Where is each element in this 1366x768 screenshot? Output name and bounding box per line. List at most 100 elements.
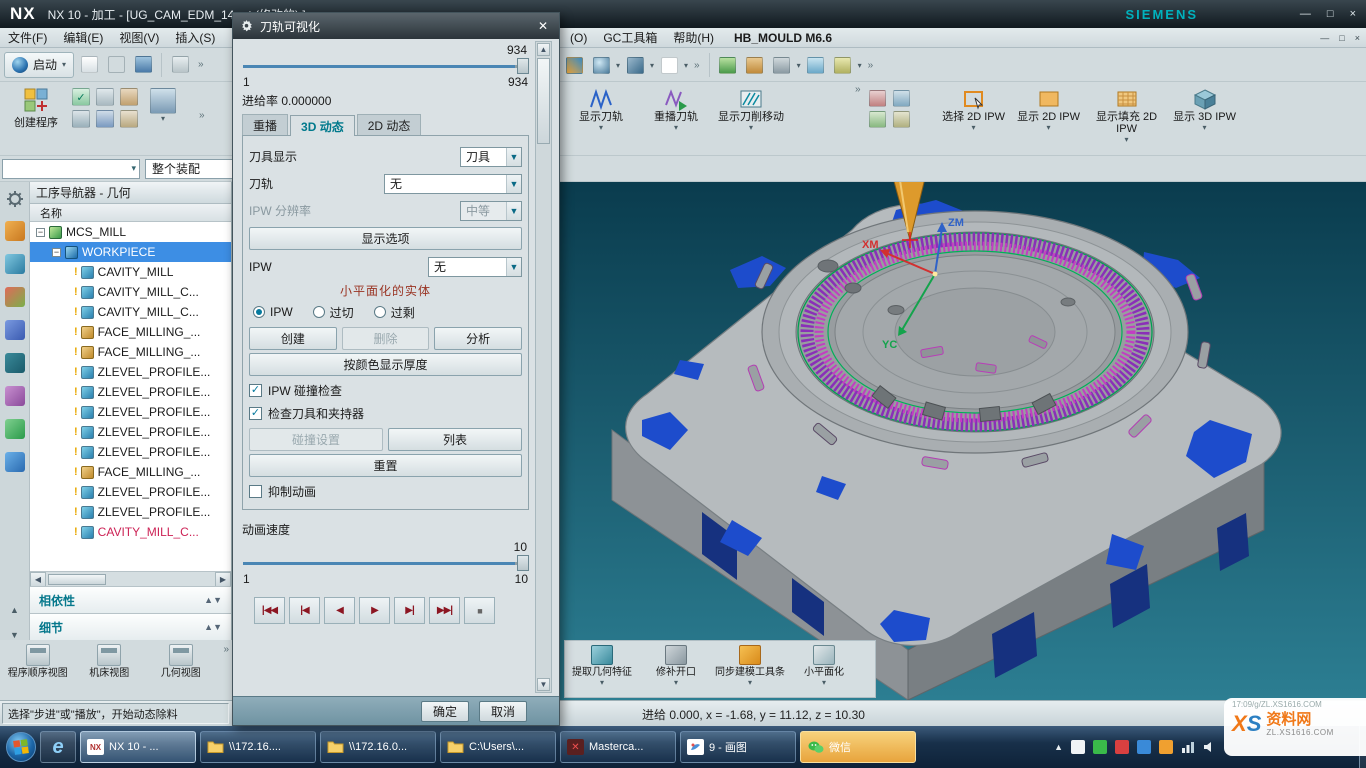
toolpath-combo[interactable]: 无▼ xyxy=(384,174,522,194)
move-object-icon[interactable] xyxy=(716,53,740,77)
new-file-button[interactable] xyxy=(77,53,101,77)
program-order-view-button[interactable]: 程序顺序视图 xyxy=(6,644,69,679)
chat-tray-icon[interactable] xyxy=(1093,740,1107,754)
start-button[interactable] xyxy=(6,732,36,762)
display-options-button[interactable]: 显示选项 xyxy=(249,227,522,250)
taskbar-item-mastercam[interactable]: ✕ Masterca... xyxy=(560,731,676,763)
check-tool-holder-check[interactable]: ✓ 检查刀具和夹持器 xyxy=(249,402,522,425)
chevron-down-icon[interactable]: ▾ xyxy=(858,61,862,70)
orient-view-icon[interactable] xyxy=(743,53,767,77)
step-forward-button[interactable]: ▶| xyxy=(394,597,425,624)
assembly-navigator-icon[interactable] xyxy=(5,221,25,241)
restore-button[interactable]: □ xyxy=(1327,8,1334,20)
list-button[interactable]: 列表 xyxy=(388,428,522,451)
menu-edit[interactable]: 编辑(E) xyxy=(55,28,111,47)
chevron-down-icon[interactable]: ▾ xyxy=(797,61,801,70)
postprocess-icon[interactable] xyxy=(120,88,138,106)
show-3d-ipw-button[interactable]: 显示 3D IPW ▾ xyxy=(1170,84,1240,132)
tree-item-operation[interactable]: !ZLEVEL_PROFILE... xyxy=(30,482,231,502)
report-icon[interactable] xyxy=(893,90,910,107)
overflow-chevron-icon[interactable]: » xyxy=(220,644,232,655)
details-panel[interactable]: 细节 ▲▼ xyxy=(30,613,231,640)
tool-display-combo[interactable]: 刀具▼ xyxy=(460,147,522,167)
taskbar-item-wechat[interactable]: 微信 xyxy=(800,731,916,763)
menu-window[interactable]: (O) xyxy=(562,28,595,47)
tree-item-operation[interactable]: !ZLEVEL_PROFILE... xyxy=(30,442,231,462)
settings-icon[interactable] xyxy=(893,111,910,128)
overflow-chevron-icon[interactable]: » xyxy=(195,59,207,70)
web-browser-icon[interactable] xyxy=(5,419,25,439)
scroll-left-icon[interactable]: ◀ xyxy=(30,572,46,587)
dependencies-panel[interactable]: 相依性 ▲▼ xyxy=(30,586,231,613)
chevron-down-icon[interactable]: ▾ xyxy=(684,61,688,70)
menu-gc-toolbox[interactable]: GC工具箱 xyxy=(595,28,665,47)
expander-icon[interactable]: − xyxy=(36,228,45,237)
tree-item-workpiece[interactable]: − WORKPIECE xyxy=(30,242,231,262)
tree-item-operation[interactable]: !CAVITY_MILL_C... xyxy=(30,302,231,322)
scroll-right-icon[interactable]: ▶ xyxy=(215,572,231,587)
step-back-button[interactable]: |◀ xyxy=(289,597,320,624)
thickness-by-color-button[interactable]: 按颜色显示厚度 xyxy=(249,353,522,376)
list-toolpath-icon[interactable] xyxy=(72,110,90,128)
collision-settings-button[interactable]: 碰撞设置 xyxy=(249,428,383,451)
extract-geometry-button[interactable]: 提取几何特征 ▾ xyxy=(565,645,639,687)
menu-insert[interactable]: 插入(S) xyxy=(167,28,223,47)
open-file-button[interactable] xyxy=(104,53,128,77)
dialog-title-bar[interactable]: 刀轨可视化 ✕ xyxy=(233,13,559,39)
constraint-navigator-icon[interactable] xyxy=(5,254,25,274)
overflow-chevron-icon[interactable]: » xyxy=(196,110,208,121)
selection-filter-combo[interactable]: ▾ xyxy=(2,159,140,179)
simulate-icon[interactable] xyxy=(96,110,114,128)
internet-explorer-button[interactable]: e xyxy=(40,731,76,763)
tree-item-mcs-mill[interactable]: − MCS_MILL xyxy=(30,222,231,242)
show-2d-ipw-button[interactable]: 显示 2D IPW ▾ xyxy=(1014,84,1084,132)
facet-body-button[interactable]: 小平面化 ▾ xyxy=(787,645,861,687)
gouge-check-icon[interactable] xyxy=(869,90,886,107)
history-icon[interactable] xyxy=(5,386,25,406)
ruler-icon[interactable] xyxy=(831,53,855,77)
shaded-view-icon[interactable] xyxy=(589,53,613,77)
tree-item-operation[interactable]: !ZLEVEL_PROFILE... xyxy=(30,402,231,422)
volume-icon[interactable] xyxy=(1203,741,1216,753)
expander-icon[interactable]: − xyxy=(52,248,61,257)
blank-style-icon[interactable] xyxy=(657,53,681,77)
taskbar-item-share2[interactable]: \\172.16.0... xyxy=(320,731,436,763)
taskbar-item-paint[interactable]: 9 - 画图 xyxy=(680,731,796,763)
tree-item-operation-highlighted[interactable]: !CAVITY_MILL_C... xyxy=(30,522,231,542)
overflow-chevron-icon[interactable]: » xyxy=(865,60,877,71)
tree-item-operation[interactable]: !CAVITY_MILL_C... xyxy=(30,282,231,302)
security-tray-icon[interactable] xyxy=(1115,740,1129,754)
verify-toolpath-icon[interactable] xyxy=(96,88,114,106)
cloud-tray-icon[interactable] xyxy=(1137,740,1151,754)
optimize-icon[interactable] xyxy=(869,111,886,128)
radio-gouge[interactable]: 过切 xyxy=(313,304,354,321)
hidden-icons-chevron[interactable]: ▲ xyxy=(1054,742,1063,752)
menu-file[interactable]: 文件(F) xyxy=(0,28,55,47)
suppress-animation-check[interactable]: 抑制动画 xyxy=(249,480,522,503)
doc-close-button[interactable]: × xyxy=(1355,33,1360,43)
reset-button[interactable]: 重置 xyxy=(249,454,522,477)
slider-handle[interactable] xyxy=(517,555,529,571)
menu-help[interactable]: 帮助(H) xyxy=(665,28,722,47)
cut-button[interactable] xyxy=(168,53,192,77)
tree-item-operation[interactable]: !FACE_MILLING_... xyxy=(30,322,231,342)
tab-replay[interactable]: 重播 xyxy=(242,114,288,135)
crosshair-icon[interactable] xyxy=(804,53,828,77)
delete-button[interactable]: 删除 xyxy=(342,327,430,350)
tree-item-operation[interactable]: !ZLEVEL_PROFILE... xyxy=(30,422,231,442)
go-to-end-button[interactable]: ▶▶| xyxy=(429,597,460,624)
save-button[interactable] xyxy=(131,53,155,77)
overflow-chevron-icon[interactable]: » xyxy=(691,60,703,71)
horizontal-scrollbar[interactable]: ◀ ▶ xyxy=(30,571,231,586)
tree-item-operation[interactable]: !ZLEVEL_PROFILE... xyxy=(30,502,231,522)
taskbar-item-nx[interactable]: NX NX 10 - ... xyxy=(80,731,196,763)
part-navigator-icon[interactable] xyxy=(5,287,25,307)
stop-button[interactable]: ■ xyxy=(464,597,495,624)
ime-icon[interactable] xyxy=(1071,740,1085,754)
play-backward-button[interactable]: ◀ xyxy=(324,597,355,624)
av-tray-icon[interactable] xyxy=(1159,740,1173,754)
ipw-combo[interactable]: 无▼ xyxy=(428,257,522,277)
minimize-button[interactable]: — xyxy=(1300,8,1311,20)
roles-icon[interactable] xyxy=(5,452,25,472)
patch-openings-button[interactable]: 修补开口 ▾ xyxy=(639,645,713,687)
